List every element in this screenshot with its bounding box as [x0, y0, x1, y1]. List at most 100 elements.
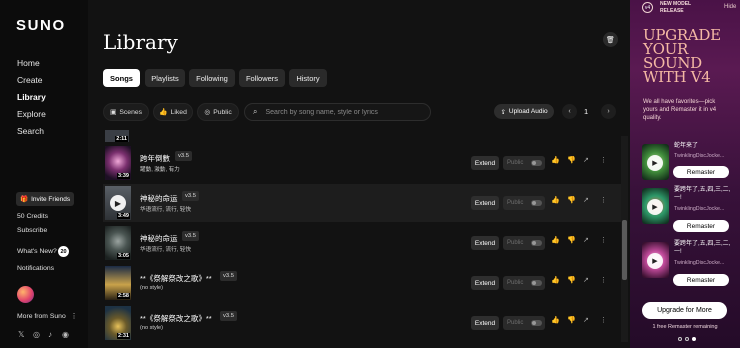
song-thumbnail[interactable]: 3:39 [105, 146, 131, 180]
version-badge: v3.5 [175, 151, 192, 161]
like-icon[interactable]: 👍 [551, 276, 560, 284]
carousel-dot[interactable] [685, 337, 689, 341]
promo-song-art[interactable]: ▶ [642, 242, 669, 278]
hide-panel-link[interactable]: Hide [724, 4, 736, 10]
tab-following[interactable]: Following [189, 69, 235, 87]
promo-song-art[interactable]: ▶ [642, 144, 669, 180]
extend-button[interactable]: Extend [471, 156, 499, 170]
song-row[interactable]: 3:05 神秘的命运 v3.5 华语流行, 流行, 轻快 Extend Publ… [103, 224, 623, 262]
nav-create[interactable]: Create [17, 75, 43, 85]
extend-button[interactable]: Extend [471, 236, 499, 250]
public-filter[interactable]: ◎ Public [197, 103, 239, 121]
invite-friends-button[interactable]: 🎁 Invite Friends [16, 192, 74, 206]
public-toggle[interactable]: Public [503, 276, 545, 290]
upload-audio-button[interactable]: ⇪ Upload Audio [494, 104, 554, 119]
scenes-filter[interactable]: ▣ Scenes [103, 103, 149, 121]
tab-history[interactable]: History [289, 69, 327, 87]
song-thumbnail[interactable]: 3:05 [105, 226, 131, 260]
notifications-link[interactable]: Notifications [17, 265, 54, 272]
song-list-scrollbar[interactable] [621, 136, 628, 342]
dislike-icon[interactable]: 👎 [567, 276, 576, 284]
nav-library[interactable]: Library [17, 92, 46, 102]
song-row[interactable]: 2:58 **《祭解祭改之歌》** v3.5 (no style) Extend… [103, 264, 623, 302]
upgrade-for-more-button[interactable]: Upgrade for More [642, 302, 727, 319]
song-row[interactable]: 3:39 跨年倒數 v3.5 躍動, 激動, 有力 Extend Public … [103, 144, 623, 182]
tab-followers[interactable]: Followers [239, 69, 285, 87]
song-title[interactable]: **《祭解祭改之歌》** [140, 313, 212, 324]
search-bar[interactable]: ⌕ [244, 103, 431, 121]
remaster-button[interactable]: Remaster [673, 220, 729, 232]
promo-song-title: 要跨年了,五,四,三,二,一! [674, 241, 731, 255]
liked-filter[interactable]: 👍 Liked [153, 103, 193, 121]
trash-icon[interactable]: 🗑 [603, 32, 618, 47]
song-title[interactable]: 神秘的命运 [140, 193, 178, 204]
more-options-icon[interactable]: ⋮ [600, 196, 607, 204]
prev-page-button[interactable]: ‹ [562, 104, 577, 119]
tiktok-icon[interactable]: ♪ [48, 330, 52, 339]
promo-song-art[interactable]: ▶ [642, 188, 669, 224]
like-icon[interactable]: 👍 [551, 196, 560, 204]
song-thumbnail[interactable]: 2:58 [105, 266, 131, 300]
dislike-icon[interactable]: 👎 [567, 316, 576, 324]
like-icon[interactable]: 👍 [551, 316, 560, 324]
chevron-left-icon: ‹ [568, 108, 571, 115]
song-title[interactable]: 跨年倒數 [140, 153, 170, 164]
remaster-button[interactable]: Remaster [673, 166, 729, 178]
song-list: 2:11 3:39 跨年倒數 v3.5 躍動, 激動, 有力 Extend Pu… [103, 130, 623, 348]
public-toggle[interactable]: Public [503, 316, 545, 330]
more-options-icon[interactable]: ⋮ [600, 276, 607, 284]
dislike-icon[interactable]: 👎 [567, 196, 576, 204]
song-row[interactable]: ▶ 3:49 神秘的命运 v3.5 华语流行, 流行, 轻快 Extend Pu… [103, 184, 623, 222]
more-options-icon[interactable]: ⋮ [600, 236, 607, 244]
public-toggle[interactable]: Public [503, 236, 545, 250]
tab-playlists[interactable]: Playlists [145, 69, 185, 87]
x-icon[interactable]: 𝕏 [18, 330, 24, 339]
share-icon[interactable]: ↗ [583, 316, 589, 324]
carousel-dot[interactable] [678, 337, 682, 341]
avatar[interactable] [17, 286, 34, 303]
search-icon: ⌕ [253, 107, 258, 116]
like-icon[interactable]: 👍 [551, 156, 560, 164]
song-thumbnail[interactable]: 2:31 [105, 306, 131, 340]
play-icon[interactable]: ▶ [647, 199, 663, 215]
like-icon[interactable]: 👍 [551, 236, 560, 244]
song-row[interactable]: 2:31 **《祭解祭改之歌》** v3.5 (no style) Extend… [103, 304, 623, 342]
play-icon[interactable]: ▶ [110, 195, 126, 211]
next-page-button[interactable]: › [601, 104, 616, 119]
more-options-icon[interactable]: ⋮ [600, 316, 607, 324]
extend-button[interactable]: Extend [471, 316, 499, 330]
extend-button[interactable]: Extend [471, 276, 499, 290]
tab-songs[interactable]: Songs [103, 69, 140, 87]
share-icon[interactable]: ↗ [583, 236, 589, 244]
whats-new-link[interactable]: What's New? [17, 248, 57, 255]
dislike-icon[interactable]: 👎 [567, 236, 576, 244]
share-icon[interactable]: ↗ [583, 156, 589, 164]
public-toggle[interactable]: Public [503, 156, 545, 170]
search-input[interactable] [265, 108, 426, 116]
carousel-dot-active[interactable] [692, 337, 696, 341]
scrollbar-thumb[interactable] [622, 220, 627, 280]
more-options-icon[interactable]: ⋮ [600, 156, 607, 164]
nav-search[interactable]: Search [17, 126, 44, 136]
song-title[interactable]: **《祭解祭改之歌》** [140, 273, 212, 284]
dislike-icon[interactable]: 👎 [567, 156, 576, 164]
version-badge: v3.5 [182, 191, 199, 201]
instagram-icon[interactable]: ◎ [33, 330, 40, 339]
share-icon[interactable]: ↗ [583, 276, 589, 284]
play-icon[interactable]: ▶ [647, 155, 663, 171]
public-toggle-label: Public [507, 160, 524, 166]
song-title[interactable]: 神秘的命运 [140, 233, 178, 244]
more-from-suno[interactable]: More from Suno ⋮ [17, 312, 77, 320]
discord-icon[interactable]: ◉ [62, 330, 69, 339]
public-toggle[interactable]: Public [503, 196, 545, 210]
suno-logo[interactable]: SUNO [16, 17, 66, 34]
share-icon[interactable]: ↗ [583, 196, 589, 204]
song-thumbnail[interactable]: ▶ 3:49 [105, 186, 131, 220]
remaster-button[interactable]: Remaster [673, 274, 729, 286]
play-icon[interactable]: ▶ [647, 253, 663, 269]
extend-button[interactable]: Extend [471, 196, 499, 210]
nav-explore[interactable]: Explore [17, 109, 46, 119]
nav-home[interactable]: Home [17, 58, 40, 68]
subscribe-link[interactable]: Subscribe [17, 227, 47, 234]
song-thumbnail[interactable]: 2:11 [105, 130, 129, 142]
